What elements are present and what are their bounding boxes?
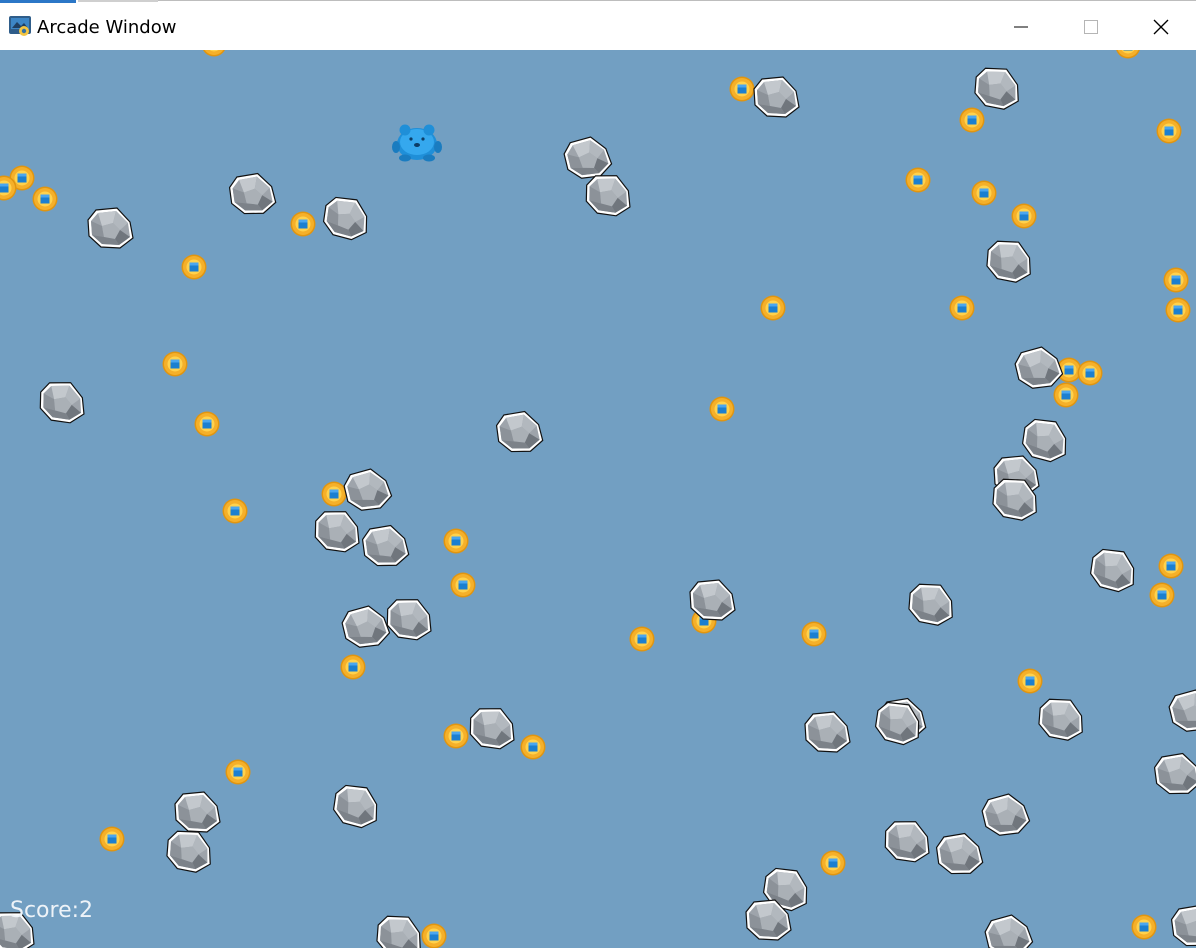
coin-sprite: [32, 186, 58, 212]
maximize-icon: [1084, 20, 1098, 34]
player-bear-sprite: [392, 124, 442, 162]
rock-sprite: [1170, 903, 1196, 948]
rock-sprite: [882, 818, 933, 864]
coin-sprite: [959, 107, 985, 133]
rock-sprite: [1153, 751, 1196, 797]
rock-sprite: [905, 580, 958, 628]
coin-sprite: [949, 295, 975, 321]
coin-sprite: [801, 621, 827, 647]
coin-sprite: [1165, 297, 1191, 323]
rock-sprite: [935, 831, 985, 877]
rock-sprite: [979, 790, 1032, 840]
window-title: Arcade Window: [37, 17, 177, 38]
minimize-button[interactable]: [986, 4, 1056, 50]
coin-sprite: [1149, 582, 1175, 608]
coin-sprite: [1011, 203, 1037, 229]
rock-sprite: [583, 172, 634, 218]
coin-sprite: [321, 481, 347, 507]
game-scene: [0, 50, 1196, 948]
coin-sprite: [225, 759, 251, 785]
rock-sprite: [361, 523, 411, 569]
title-bar[interactable]: Arcade Window: [0, 4, 1196, 50]
coin-sprite: [905, 167, 931, 193]
arcade-window: Arcade Window Score:2: [0, 0, 1196, 948]
coin-sprite: [201, 50, 227, 57]
score-label: Score:2: [10, 898, 94, 923]
rock-sprite: [982, 911, 1035, 948]
rock-sprite: [1012, 343, 1065, 393]
coin-sprite: [1163, 267, 1189, 293]
player-layer: [392, 124, 442, 162]
coin-sprite: [1115, 50, 1141, 59]
maximize-button[interactable]: [1056, 4, 1126, 50]
coin-sprite: [971, 180, 997, 206]
coin-sprite: [290, 211, 316, 237]
coin-sprite: [340, 654, 366, 680]
game-canvas[interactable]: Score:2: [0, 50, 1196, 948]
coin-sprite: [443, 528, 469, 554]
top-border: [158, 0, 1196, 1]
rock-sprite: [1166, 686, 1196, 736]
rock-sprite: [312, 508, 363, 554]
rock-sprite: [1018, 415, 1073, 465]
rock-sprite: [804, 711, 851, 753]
rock-sprite: [495, 409, 545, 455]
rock-sprite: [37, 379, 88, 425]
rock-sprite: [971, 64, 1024, 112]
rock-sprite: [1035, 695, 1088, 743]
coin-sprite: [1156, 118, 1182, 144]
rock-sprite: [753, 76, 800, 118]
rock-sprite: [1086, 545, 1141, 595]
active-tab-indicator: [0, 0, 76, 3]
rock-sprite: [228, 171, 278, 217]
coin-sprite: [709, 396, 735, 422]
coin-sprite: [222, 498, 248, 524]
coin-sprite: [162, 351, 188, 377]
coin-sprite: [421, 923, 447, 948]
minimize-icon: [1014, 26, 1028, 28]
python-app-icon: [9, 16, 31, 36]
coin-sprite: [760, 295, 786, 321]
rock-sprite: [87, 207, 134, 249]
coin-sprite: [99, 826, 125, 852]
coin-sprite: [181, 254, 207, 280]
coin-sprite: [1077, 360, 1103, 386]
close-icon: [1153, 19, 1169, 35]
rocks-layer: [0, 64, 1196, 948]
rock-sprite: [163, 827, 216, 875]
rock-sprite: [689, 579, 736, 621]
rock-sprite: [174, 791, 221, 833]
rock-sprite: [329, 781, 384, 831]
inactive-tab-indicator: [78, 0, 158, 2]
coin-sprite: [820, 850, 846, 876]
rock-sprite: [373, 912, 426, 948]
coin-sprite: [443, 723, 469, 749]
coin-sprite: [450, 572, 476, 598]
coin-sprite: [1158, 553, 1184, 579]
rock-sprite: [467, 705, 518, 751]
close-button[interactable]: [1126, 4, 1196, 50]
coin-sprite: [194, 411, 220, 437]
coin-sprite: [520, 734, 546, 760]
rock-sprite: [319, 193, 374, 243]
coin-sprite: [729, 76, 755, 102]
coin-sprite: [1017, 668, 1043, 694]
rock-sprite: [339, 602, 392, 652]
coin-sprite: [629, 626, 655, 652]
rock-sprite: [384, 596, 435, 642]
coin-sprite: [1053, 382, 1079, 408]
rock-sprite: [983, 237, 1036, 285]
rock-sprite: [561, 133, 614, 183]
rock-sprite: [341, 465, 394, 515]
coin-sprite: [1131, 914, 1157, 940]
